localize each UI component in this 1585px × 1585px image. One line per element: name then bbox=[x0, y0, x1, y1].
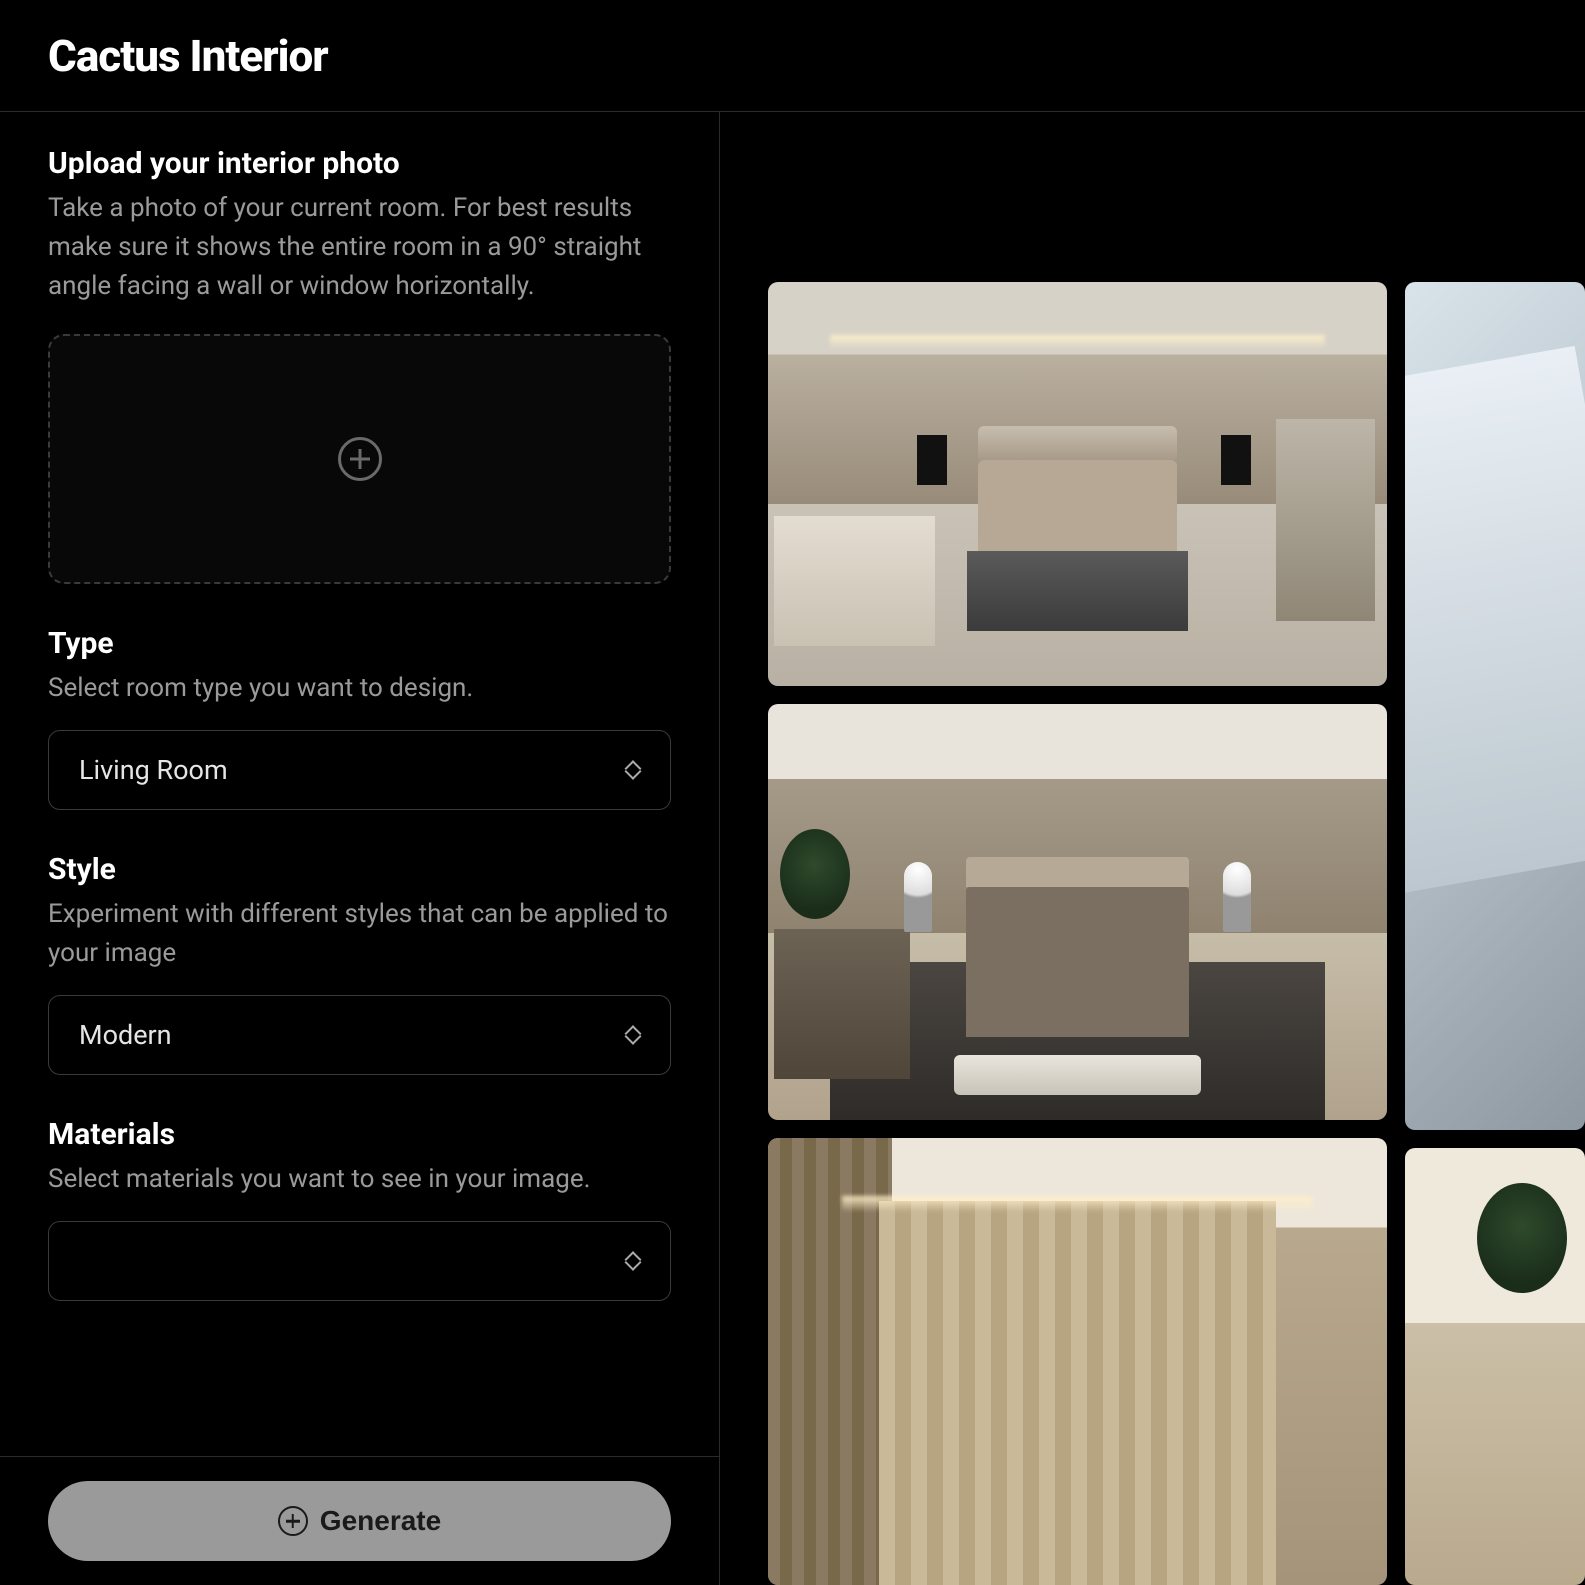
upload-dropzone[interactable] bbox=[48, 334, 671, 584]
upload-title: Upload your interior photo bbox=[48, 146, 671, 181]
materials-section: Materials Select materials you want to s… bbox=[48, 1117, 671, 1301]
gallery-thumb[interactable] bbox=[768, 1138, 1387, 1585]
header: Cactus Interior bbox=[0, 0, 1585, 111]
brand-logo: Cactus Interior bbox=[48, 30, 1537, 82]
generate-button[interactable]: Generate bbox=[48, 1481, 671, 1561]
type-select-value: Living Room bbox=[79, 754, 228, 786]
generate-button-label: Generate bbox=[320, 1505, 441, 1537]
chevron-up-down-icon bbox=[626, 760, 640, 780]
type-select[interactable]: Living Room bbox=[48, 730, 671, 810]
gallery-thumb[interactable] bbox=[768, 282, 1387, 686]
type-title: Type bbox=[48, 626, 671, 661]
gallery-thumb[interactable] bbox=[1405, 1148, 1585, 1585]
materials-desc: Select materials you want to see in your… bbox=[48, 1160, 671, 1199]
chevron-up-down-icon bbox=[626, 1251, 640, 1271]
style-title: Style bbox=[48, 852, 671, 887]
gallery-thumb[interactable] bbox=[1405, 282, 1585, 1130]
materials-select[interactable] bbox=[48, 1221, 671, 1301]
plus-circle-icon bbox=[338, 437, 382, 481]
gallery-thumb[interactable] bbox=[768, 704, 1387, 1120]
upload-section: Upload your interior photo Take a photo … bbox=[48, 146, 671, 584]
style-select-value: Modern bbox=[79, 1019, 172, 1051]
gallery bbox=[720, 111, 1585, 1585]
type-desc: Select room type you want to design. bbox=[48, 669, 671, 708]
plus-circle-icon bbox=[278, 1506, 308, 1536]
style-select[interactable]: Modern bbox=[48, 995, 671, 1075]
generate-area: Generate bbox=[0, 1456, 719, 1585]
style-section: Style Experiment with different styles t… bbox=[48, 852, 671, 1075]
upload-desc: Take a photo of your current room. For b… bbox=[48, 189, 671, 306]
sidebar: Upload your interior photo Take a photo … bbox=[0, 111, 720, 1585]
style-desc: Experiment with different styles that ca… bbox=[48, 895, 671, 973]
type-section: Type Select room type you want to design… bbox=[48, 626, 671, 810]
materials-title: Materials bbox=[48, 1117, 671, 1152]
chevron-up-down-icon bbox=[626, 1025, 640, 1045]
